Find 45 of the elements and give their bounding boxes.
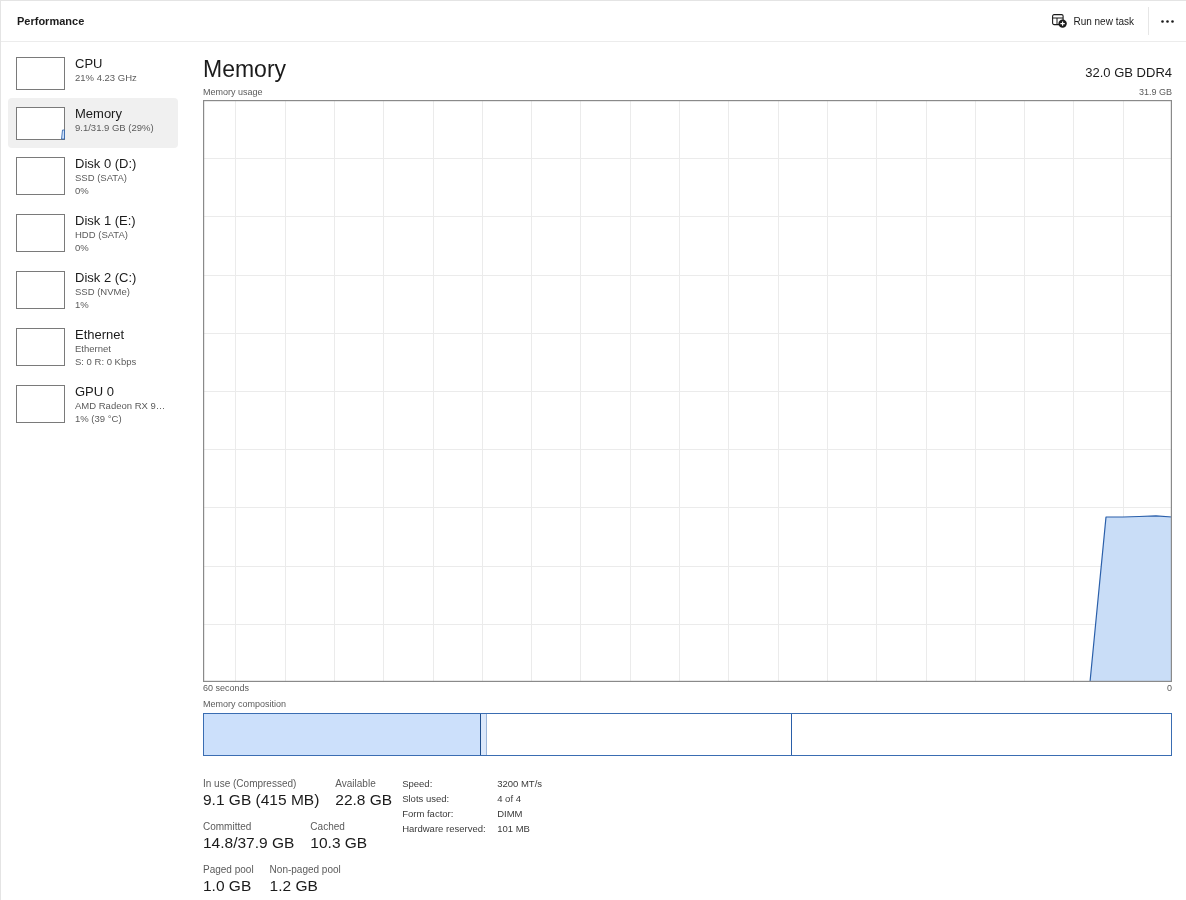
stat-label: Paged pool (203, 863, 254, 876)
usage-thumbnail (16, 214, 65, 252)
sidebar-item[interactable]: Ethernet Ethernet S: 0 R: 0 Kbps (8, 319, 178, 376)
sidebar-item[interactable]: Disk 2 (C:) SSD (NVMe) 1% (8, 262, 178, 319)
spec-value: 4 of 4 (497, 793, 521, 804)
usage-thumbnail (16, 157, 65, 195)
stat-label: Available (335, 777, 376, 790)
stat-label: Cached (310, 820, 345, 833)
spec-label: Slots used: (402, 793, 450, 804)
stat-value: 22.8 GB (335, 790, 393, 810)
stat-label: Committed (203, 820, 252, 833)
sidebar-item[interactable]: GPU 0 AMD Radeon RX 9… 1% (39 °C) (8, 376, 178, 433)
sidebar-item[interactable]: Disk 1 (E:) HDD (SATA) 0% (8, 205, 178, 262)
spec-label: Form factor: (402, 808, 454, 819)
stat-label: Non-paged pool (269, 863, 341, 876)
more-icon (1161, 19, 1174, 23)
sidebar-item[interactable]: CPU 21% 4.23 GHz (8, 48, 178, 98)
stat-value: 9.1 GB (415 MB) (203, 790, 320, 810)
stat-value: 14.8/37.9 GB (203, 833, 295, 853)
stat-label: In use (Compressed) (203, 777, 297, 790)
graph-title: Memory usage (203, 86, 263, 98)
spec-label: Hardware reserved: (402, 823, 486, 834)
window-plus-icon (1052, 14, 1068, 28)
time-span-label: 60 seconds (203, 682, 250, 694)
usage-thumbnail (16, 385, 65, 423)
composition-label: Memory composition (203, 698, 287, 710)
section-title: Memory (203, 55, 287, 83)
spec-value: DIMM (497, 808, 523, 819)
stat-value: 1.2 GB (269, 876, 318, 896)
usage-thumbnail (16, 271, 65, 309)
scale-label: 31.9 GB (1138, 86, 1172, 98)
usage-thumbnail (16, 57, 65, 90)
sidebar-item[interactable]: Disk 0 (D:) SSD (SATA) 0% (8, 148, 178, 205)
page-title: Performance (17, 13, 85, 29)
usage-thumbnail (16, 107, 65, 140)
spec-value: 101 MB (497, 823, 530, 834)
spec-label: Speed: (402, 778, 433, 789)
usage-thumbnail (16, 328, 65, 366)
run-new-task-button[interactable]: Run new task (1046, 9, 1140, 33)
sidebar-item[interactable]: Memory 9.1/31.9 GB (29%) (8, 98, 178, 148)
spec-value: 3200 MT/s (497, 778, 543, 789)
stat-value: 10.3 GB (310, 833, 368, 853)
memory-capacity: 32.0 GB DDR4 (1085, 64, 1172, 82)
stat-value: 1.0 GB (203, 876, 252, 896)
time-end-label: 0 (1167, 682, 1172, 694)
